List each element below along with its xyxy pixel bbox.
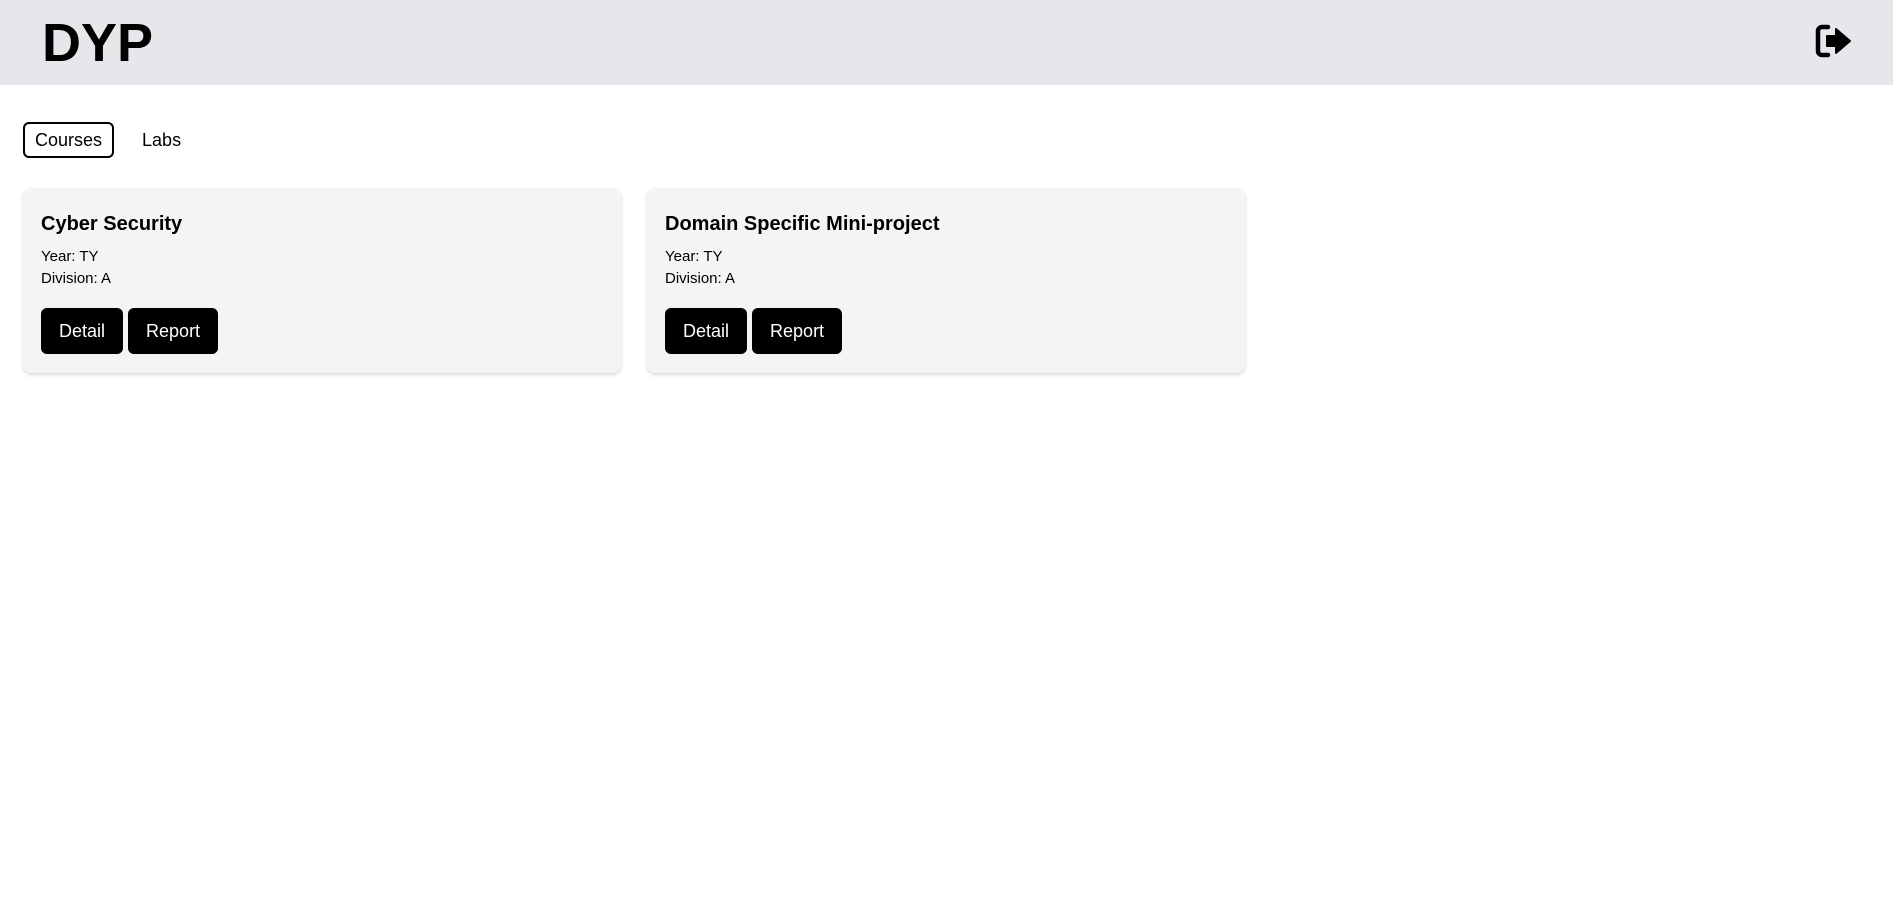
sign-out-glyph — [1815, 24, 1851, 58]
course-division: Division: A — [665, 270, 736, 287]
sign-out-icon[interactable] — [1815, 24, 1853, 58]
tab-courses[interactable]: Courses — [23, 122, 115, 158]
card-actions: Detail Report — [665, 308, 1227, 354]
detail-button[interactable]: Detail — [41, 308, 124, 354]
tab-labs[interactable]: Labs — [130, 122, 193, 158]
course-title: Cyber Security — [41, 213, 183, 235]
course-card: Domain Specific Mini-project Year: TY Di… — [647, 188, 1245, 373]
report-button[interactable]: Report — [128, 308, 219, 354]
course-card: Cyber Security Year: TY Division: A Deta… — [23, 188, 621, 373]
report-button[interactable]: Report — [752, 308, 843, 354]
course-title: Domain Specific Mini-project — [665, 213, 940, 235]
tab-bar: Courses Labs — [23, 122, 193, 158]
detail-button[interactable]: Detail — [665, 308, 748, 354]
course-year: Year: TY — [41, 248, 99, 265]
card-actions: Detail Report — [41, 308, 603, 354]
app-logo: DYP — [42, 13, 154, 73]
course-division: Division: A — [41, 270, 112, 287]
top-navbar: DYP — [0, 0, 1893, 85]
course-year: Year: TY — [665, 248, 723, 265]
